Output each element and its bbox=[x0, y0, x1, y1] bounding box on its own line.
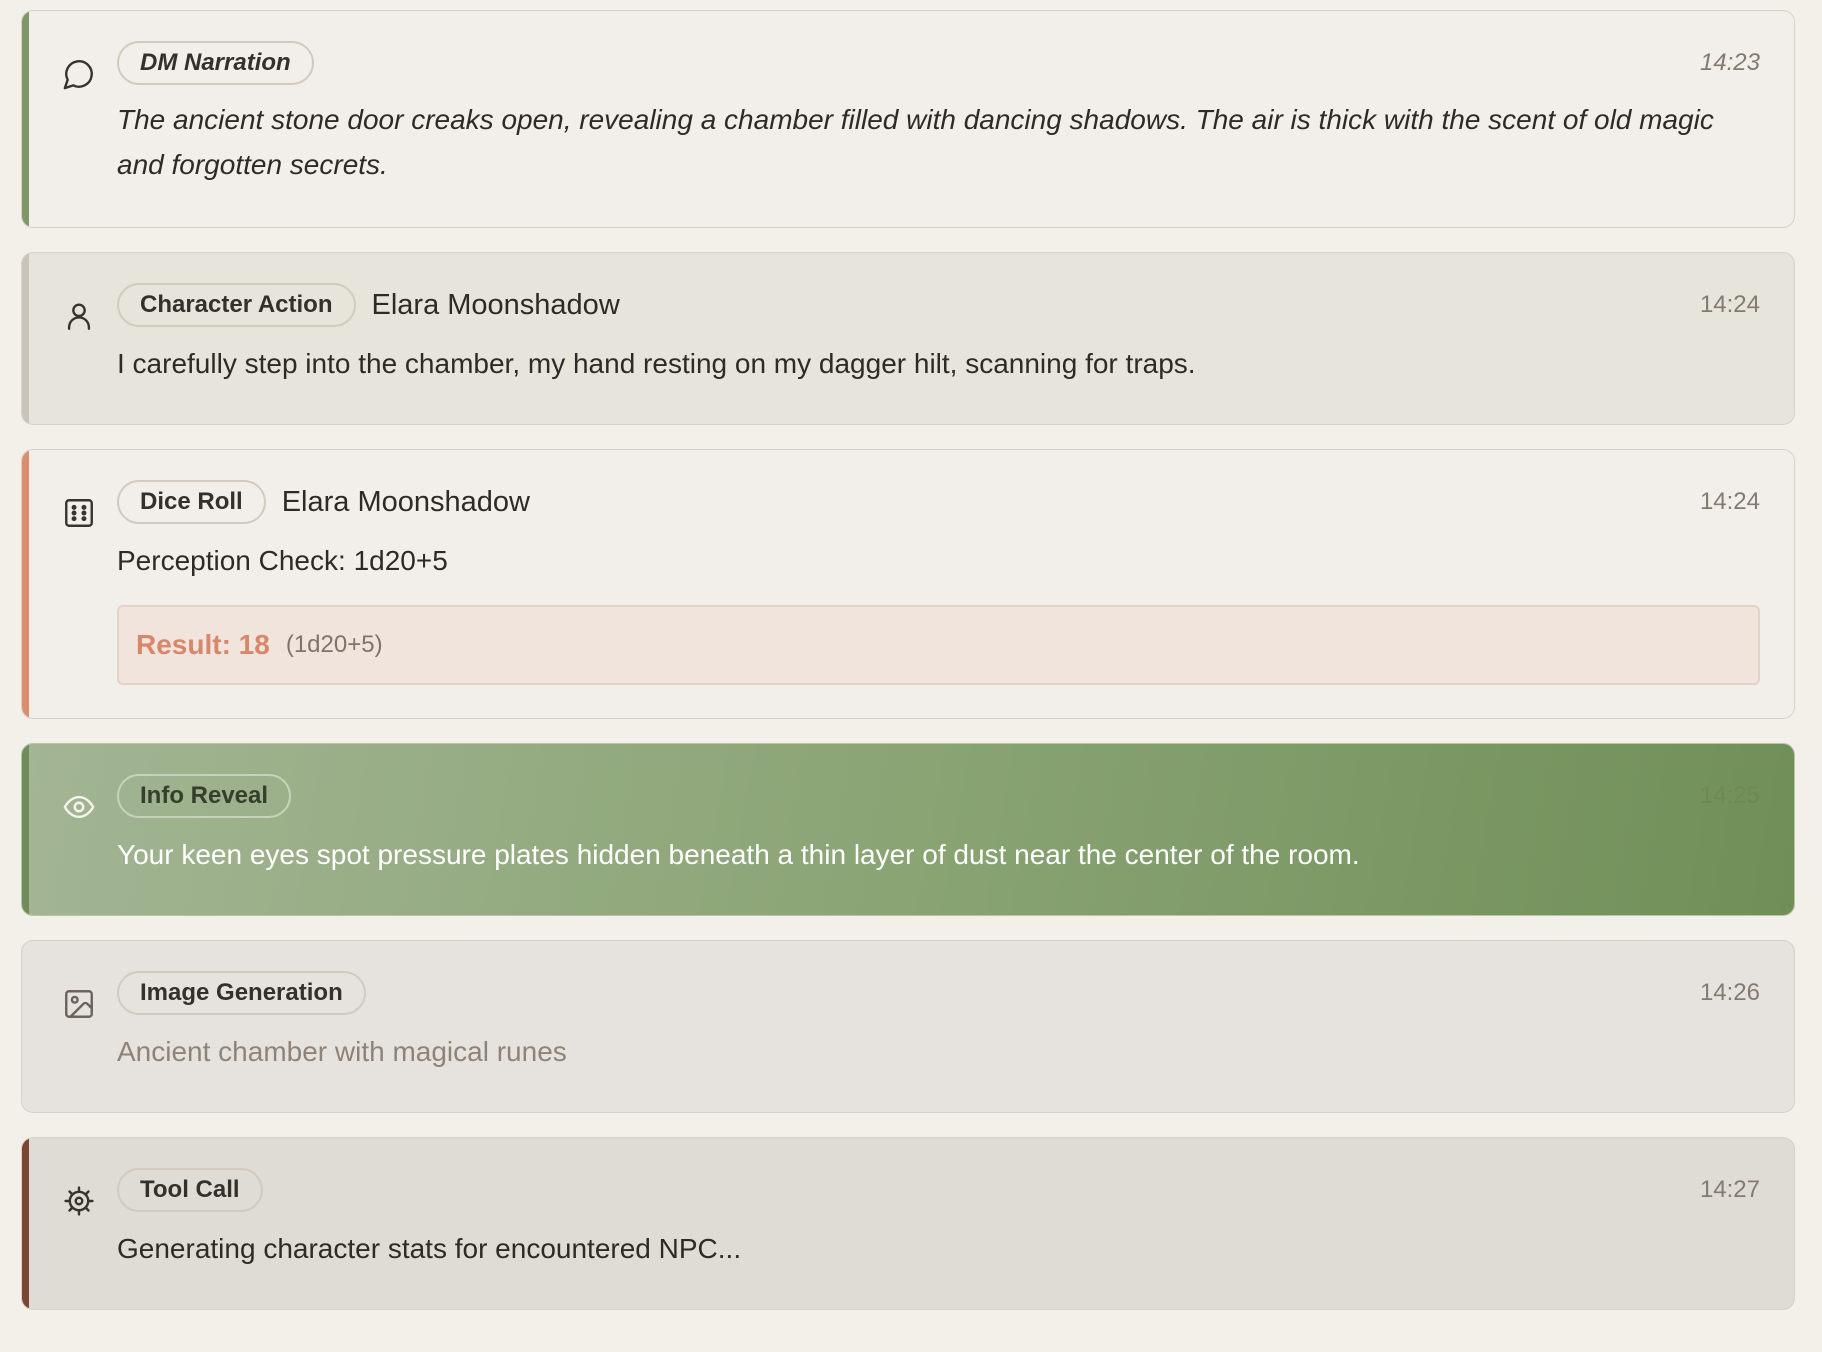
message-card-character-action: Character Action Elara Moonshadow 14:24 … bbox=[21, 252, 1795, 425]
message-card-narration: DM Narration 14:23 The ancient stone doo… bbox=[21, 10, 1795, 228]
message-header: DM Narration 14:23 bbox=[117, 41, 1760, 85]
message-header: Character Action Elara Moonshadow 14:24 bbox=[117, 283, 1760, 327]
image-prompt-text: Ancient chamber with magical runes bbox=[117, 1036, 567, 1067]
message-type-badge: Character Action bbox=[117, 283, 356, 327]
message-text: Generating character stats for encounter… bbox=[117, 1233, 742, 1264]
character-name: Elara Moonshadow bbox=[281, 485, 530, 518]
message-header: Dice Roll Elara Moonshadow 14:24 bbox=[117, 480, 1760, 524]
message-card-tool-call: Tool Call 14:27 Generating character sta… bbox=[21, 1137, 1795, 1310]
message-timestamp: 14:23 bbox=[1699, 49, 1760, 76]
message-timestamp: 14:24 bbox=[1699, 291, 1760, 318]
message-text: I carefully step into the chamber, my ha… bbox=[117, 348, 1196, 379]
message-type-badge: DM Narration bbox=[117, 41, 314, 85]
message-header: Tool Call 14:27 bbox=[117, 1168, 1760, 1212]
dice-result-formula: (1d20+5) bbox=[285, 631, 383, 658]
message-type-badge: Tool Call bbox=[117, 1168, 263, 1212]
message-card-info-reveal: Info Reveal 14:25 Your keen eyes spot pr… bbox=[21, 743, 1795, 916]
message-type-badge: Info Reveal bbox=[117, 774, 292, 818]
user-icon bbox=[62, 299, 96, 333]
speech-bubble-icon bbox=[62, 57, 96, 91]
gear-icon bbox=[62, 1184, 96, 1218]
message-header: Image Generation 14:26 bbox=[117, 971, 1760, 1015]
message-timestamp: 14:27 bbox=[1699, 1176, 1760, 1203]
message-type-badge: Dice Roll bbox=[117, 480, 266, 524]
dice-result-box: Result: 18 (1d20+5) bbox=[117, 605, 1760, 685]
roll-description: Perception Check: 1d20+5 bbox=[117, 545, 448, 576]
dice-icon bbox=[62, 496, 96, 530]
message-type-badge: Image Generation bbox=[117, 971, 366, 1015]
message-header: Info Reveal 14:25 bbox=[117, 774, 1760, 818]
message-timestamp: 14:24 bbox=[1699, 488, 1760, 515]
message-text: The ancient stone door creaks open, reve… bbox=[117, 104, 1714, 180]
message-timestamp: 14:26 bbox=[1699, 979, 1760, 1006]
image-icon bbox=[62, 987, 96, 1021]
eye-icon bbox=[62, 790, 96, 824]
message-text: Your keen eyes spot pressure plates hidd… bbox=[117, 839, 1360, 870]
message-card-image-generation: Image Generation 14:26 Ancient chamber w… bbox=[21, 940, 1795, 1113]
message-card-dice-roll: Dice Roll Elara Moonshadow 14:24 Percept… bbox=[21, 449, 1795, 719]
dice-result-value: Result: 18 bbox=[136, 629, 270, 660]
message-feed: DM Narration 14:23 The ancient stone doo… bbox=[0, 0, 1822, 1310]
message-timestamp: 14:25 bbox=[1699, 782, 1760, 809]
character-name: Elara Moonshadow bbox=[371, 288, 620, 321]
